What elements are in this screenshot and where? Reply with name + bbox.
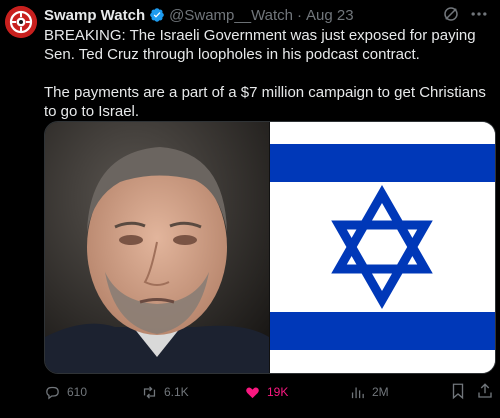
heart-icon: [246, 386, 259, 398]
israel-flag[interactable]: [270, 122, 495, 373]
tweet-paragraph-1: BREAKING: The Israeli Government was jus…: [44, 27, 476, 63]
repost-icon: [143, 385, 156, 399]
header-separator: ·: [297, 6, 303, 24]
reply-icon: [46, 386, 59, 399]
views-button[interactable]: 2M: [349, 381, 389, 403]
tweet[interactable]: Swamp Watch @Swamp__Watch · Aug 23 BREAK…: [0, 0, 500, 418]
tweet-text: BREAKING: The Israeli Government was jus…: [44, 26, 494, 121]
share-icon[interactable]: [476, 382, 494, 400]
author-avatar[interactable]: [5, 6, 37, 38]
grok-icon[interactable]: [442, 5, 460, 23]
tweet-actions: 610 6.1K 19K 2M: [44, 381, 496, 403]
tweet-paragraph-2: The payments are a part of a $7 million …: [44, 84, 486, 120]
like-button[interactable]: 19K: [244, 381, 288, 403]
repost-button[interactable]: 6.1K: [141, 381, 189, 403]
more-options-icon[interactable]: [468, 4, 490, 24]
repost-count: 6.1K: [164, 385, 189, 399]
tweet-header: Swamp Watch @Swamp__Watch · Aug 23: [44, 5, 464, 25]
views-count: 2M: [372, 385, 389, 399]
reply-button[interactable]: 610: [44, 381, 87, 403]
views-chart-icon: [351, 387, 364, 398]
tweet-date[interactable]: Aug 23: [306, 7, 354, 24]
author-handle[interactable]: @Swamp__Watch: [169, 7, 293, 24]
tweet-media[interactable]: [44, 121, 496, 374]
bookmark-icon[interactable]: [449, 382, 467, 400]
portrait-photo[interactable]: [45, 122, 269, 373]
author-name[interactable]: Swamp Watch: [44, 7, 145, 24]
like-count: 19K: [267, 385, 289, 399]
reply-count: 610: [67, 385, 88, 399]
verified-badge-icon: [150, 8, 164, 22]
swamp-watch-logo-icon: [5, 6, 37, 38]
